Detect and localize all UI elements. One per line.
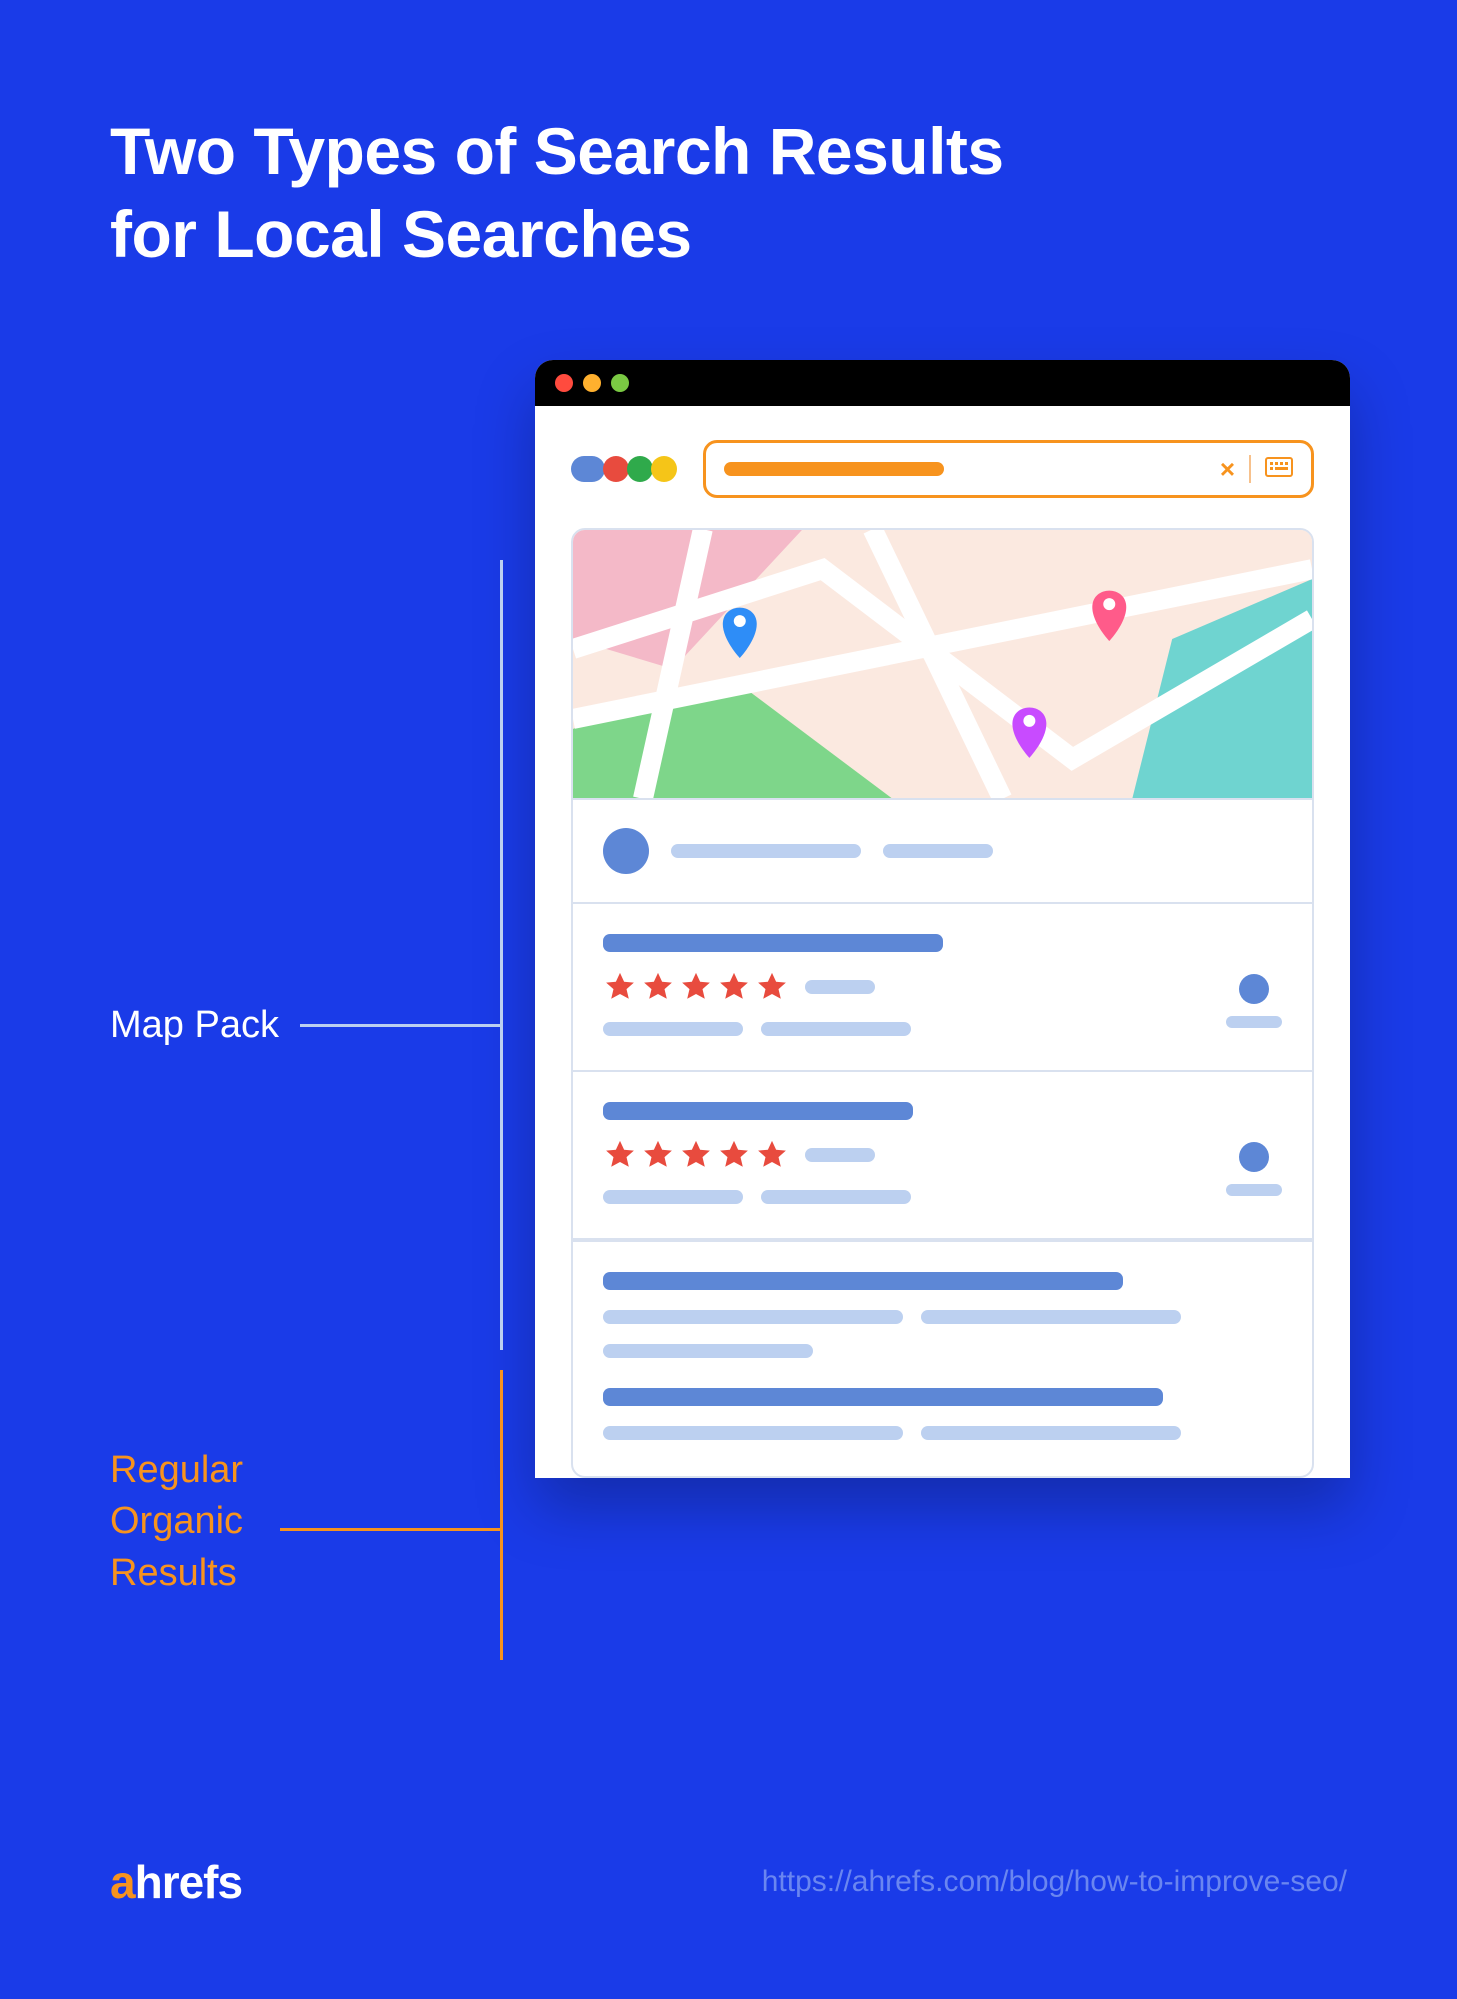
placeholder-line [921, 1426, 1181, 1440]
title-line-2: for Local Searches [110, 193, 1004, 276]
browser-window: × [535, 360, 1350, 1478]
window-maximize-icon [611, 374, 629, 392]
map-preview[interactable] [573, 530, 1312, 800]
browser-body: × [535, 406, 1350, 1478]
annotation-map-pack-label: Map Pack [110, 1000, 279, 1051]
placeholder-line [603, 1022, 743, 1036]
search-divider [1249, 455, 1251, 483]
placeholder-line [603, 1190, 743, 1204]
window-close-icon [555, 374, 573, 392]
filter-avatar-icon [603, 828, 649, 874]
annotation-connector [300, 1024, 500, 1027]
placeholder-line [603, 1426, 903, 1440]
placeholder-line [603, 1344, 813, 1358]
listing-action[interactable] [1226, 934, 1282, 1028]
serp-card [571, 528, 1314, 1478]
action-icon [1239, 974, 1269, 1004]
rating-count-placeholder [805, 1148, 875, 1162]
window-minimize-icon [583, 374, 601, 392]
search-query-placeholder [724, 462, 944, 476]
search-input[interactable]: × [703, 440, 1314, 498]
annotation-connector [280, 1528, 500, 1531]
action-icon [1239, 1142, 1269, 1172]
placeholder-line [761, 1190, 911, 1204]
annotation-bracket-blue [500, 560, 503, 1350]
listing-title-placeholder [603, 1102, 913, 1120]
title-line-1: Two Types of Search Results [110, 110, 1004, 193]
ahrefs-logo: ahrefs [110, 1855, 242, 1909]
annotation-organic-label: Regular Organic Results [110, 1445, 243, 1599]
organic-title-placeholder[interactable] [603, 1272, 1123, 1290]
star-rating [603, 1138, 789, 1172]
listing-title-placeholder [603, 934, 943, 952]
placeholder-line [883, 844, 993, 858]
footer: ahrefs https://ahrefs.com/blog/how-to-im… [110, 1855, 1347, 1909]
action-label-placeholder [1226, 1016, 1282, 1028]
star-rating [603, 970, 789, 1004]
placeholder-line [761, 1022, 911, 1036]
placeholder-line [671, 844, 861, 858]
action-label-placeholder [1226, 1184, 1282, 1196]
organic-results-section [573, 1240, 1312, 1476]
rating-count-placeholder [805, 980, 875, 994]
clear-search-icon[interactable]: × [1220, 454, 1235, 485]
map-pack-header [573, 800, 1312, 904]
page-title: Two Types of Search Results for Local Se… [110, 110, 1004, 275]
placeholder-line [603, 1310, 903, 1324]
keyboard-icon[interactable] [1265, 457, 1293, 482]
search-engine-logo-icon [571, 456, 675, 482]
search-topbar: × [571, 440, 1314, 498]
footer-url: https://ahrefs.com/blog/how-to-improve-s… [762, 1865, 1347, 1899]
map-pack-listing[interactable] [573, 1072, 1312, 1240]
browser-titlebar [535, 360, 1350, 406]
listing-action[interactable] [1226, 1102, 1282, 1196]
placeholder-line [921, 1310, 1181, 1324]
organic-title-placeholder[interactable] [603, 1388, 1163, 1406]
map-pack-listing[interactable] [573, 904, 1312, 1072]
annotation-bracket-orange [500, 1370, 503, 1660]
